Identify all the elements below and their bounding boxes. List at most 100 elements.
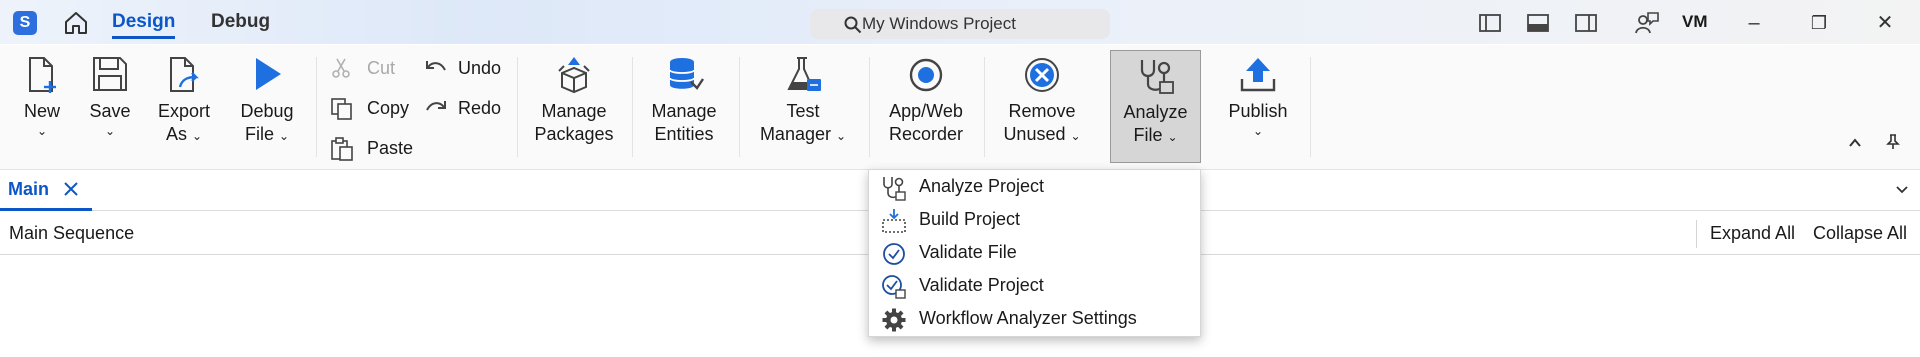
- ribbon: New ⌄ Save ⌄ Export As ⌄ Debug File ⌄ Cu…: [0, 45, 1920, 170]
- menu-item-label: Validate File: [919, 242, 1017, 262]
- close-icon[interactable]: [62, 180, 80, 198]
- ribbon-separator: [632, 57, 633, 157]
- collapse-all-button[interactable]: Collapse All: [1813, 223, 1907, 244]
- menu-item-build-project[interactable]: Build Project: [869, 203, 1200, 236]
- stethoscope-icon: [883, 177, 906, 201]
- paste-icon: [331, 137, 353, 161]
- undo-icon: [426, 61, 446, 71]
- flask-icon: [787, 57, 821, 91]
- menu-item-validate-file[interactable]: Validate File: [869, 236, 1200, 269]
- export-label-2: As: [165, 124, 187, 144]
- user-initials[interactable]: VM: [1682, 10, 1708, 34]
- search-label: My Windows Project: [862, 14, 1016, 33]
- analyze-label-2: File: [1133, 125, 1163, 145]
- cut-label: Cut: [367, 58, 396, 78]
- redo-icon: [426, 101, 446, 111]
- title-bar: S Design Debug My Windows Project VM – ❐…: [0, 0, 1920, 44]
- home-icon: [65, 12, 87, 34]
- ribbon-separator: [869, 57, 870, 157]
- ribbon-separator: [984, 57, 985, 157]
- menu-item-validate-project[interactable]: Validate Project: [869, 269, 1200, 302]
- gear-icon: [882, 308, 906, 332]
- recorder-button[interactable]: App/Web Recorder: [880, 50, 972, 163]
- test-label-1: Test: [786, 101, 820, 121]
- scissors-icon: [332, 58, 350, 78]
- ribbon-separator: [1310, 57, 1311, 157]
- doc-tab-label: Main: [8, 179, 50, 199]
- entities-label-2: Entities: [654, 124, 714, 144]
- feedback-icon[interactable]: [1634, 10, 1660, 36]
- expand-all-button[interactable]: Expand All: [1710, 223, 1795, 244]
- pin-ribbon-button[interactable]: [1882, 134, 1904, 156]
- publish-button[interactable]: Publish ⌄: [1218, 50, 1298, 163]
- close-button[interactable]: ✕: [1870, 8, 1900, 38]
- tab-design[interactable]: Design: [112, 9, 176, 39]
- record-icon: [909, 58, 943, 92]
- menu-item-analyze-project[interactable]: Analyze Project: [869, 170, 1200, 203]
- manage-entities-button[interactable]: Manage Entities: [642, 50, 726, 163]
- collapse-ribbon-button[interactable]: [1844, 134, 1866, 156]
- new-file-icon: [29, 57, 56, 93]
- play-icon: [256, 58, 281, 90]
- panel-bottom-icon[interactable]: [1525, 10, 1551, 36]
- app-logo: S: [13, 11, 37, 35]
- chevron-down-icon: ⌄: [1167, 130, 1178, 144]
- export-as-button[interactable]: Export As ⌄: [150, 50, 218, 163]
- test-label-2: Manager: [759, 124, 831, 144]
- build-icon: [882, 209, 906, 233]
- chevron-down-icon[interactable]: [1894, 181, 1910, 197]
- minimize-button[interactable]: –: [1739, 8, 1769, 38]
- entities-label-1: Manage: [651, 101, 717, 121]
- sequence-title: Main Sequence: [9, 223, 135, 243]
- chevron-down-icon: ⌄: [191, 129, 203, 143]
- search-box[interactable]: My Windows Project: [810, 9, 1110, 39]
- chevron-down-icon: ⌄: [836, 129, 847, 143]
- redo-button[interactable]: Redo: [424, 91, 504, 125]
- panel-right-icon[interactable]: [1573, 10, 1599, 36]
- new-button[interactable]: New ⌄: [16, 50, 68, 163]
- debug-label-1: Debug: [240, 101, 294, 121]
- chevron-down-icon: ⌄: [1070, 129, 1081, 143]
- cut-button[interactable]: Cut: [330, 51, 410, 85]
- chevron-down-icon: ⌄: [1252, 124, 1264, 138]
- divider: [1696, 220, 1697, 248]
- chevron-down-icon: ⌄: [278, 129, 290, 143]
- ribbon-separator: [316, 57, 317, 157]
- ribbon-separator: [739, 57, 740, 157]
- undo-button[interactable]: Undo: [424, 51, 504, 85]
- test-manager-button[interactable]: Test Manager ⌄: [750, 50, 856, 163]
- analyze-label-1: Analyze: [1123, 102, 1188, 122]
- stethoscope-icon: [1140, 60, 1174, 94]
- upload-icon: [1240, 58, 1276, 92]
- analyze-file-menu: Analyze Project Build Project Validate F…: [868, 169, 1201, 337]
- home-button[interactable]: [62, 9, 90, 37]
- remove-label-2: Unused: [1003, 124, 1066, 144]
- redo-label: Redo: [458, 98, 502, 118]
- paste-label: Paste: [367, 138, 414, 158]
- copy-icon: [331, 98, 352, 120]
- recorder-label-1: App/Web: [889, 101, 963, 121]
- ribbon-separator: [517, 57, 518, 157]
- paste-button[interactable]: Paste: [330, 131, 414, 165]
- doc-tab-main[interactable]: Main: [0, 171, 92, 211]
- menu-item-label: Workflow Analyzer Settings: [919, 308, 1137, 328]
- packages-label-1: Manage: [541, 101, 607, 121]
- menu-item-label: Build Project: [919, 209, 1021, 229]
- pin-icon: [1886, 134, 1900, 149]
- debug-file-button[interactable]: Debug File ⌄: [232, 50, 302, 163]
- analyze-file-button[interactable]: Analyze File ⌄: [1110, 50, 1201, 163]
- packages-label-2: Packages: [534, 124, 614, 144]
- manage-packages-button[interactable]: Manage Packages: [528, 50, 620, 163]
- copy-button[interactable]: Copy: [330, 91, 410, 125]
- copy-label: Copy: [367, 98, 410, 118]
- publish-label: Publish: [1228, 101, 1288, 121]
- panel-left-icon[interactable]: [1477, 10, 1503, 36]
- tab-debug[interactable]: Debug: [211, 9, 270, 39]
- chevron-down-icon: ⌄: [104, 124, 116, 138]
- save-button[interactable]: Save ⌄: [82, 50, 138, 163]
- remove-unused-button[interactable]: Remove Unused ⌄: [996, 50, 1088, 163]
- menu-item-label: Analyze Project: [919, 176, 1045, 196]
- maximize-button[interactable]: ❐: [1804, 8, 1834, 38]
- menu-item-workflow-analyzer-settings[interactable]: Workflow Analyzer Settings: [869, 302, 1200, 335]
- debug-label-2: File: [244, 124, 274, 144]
